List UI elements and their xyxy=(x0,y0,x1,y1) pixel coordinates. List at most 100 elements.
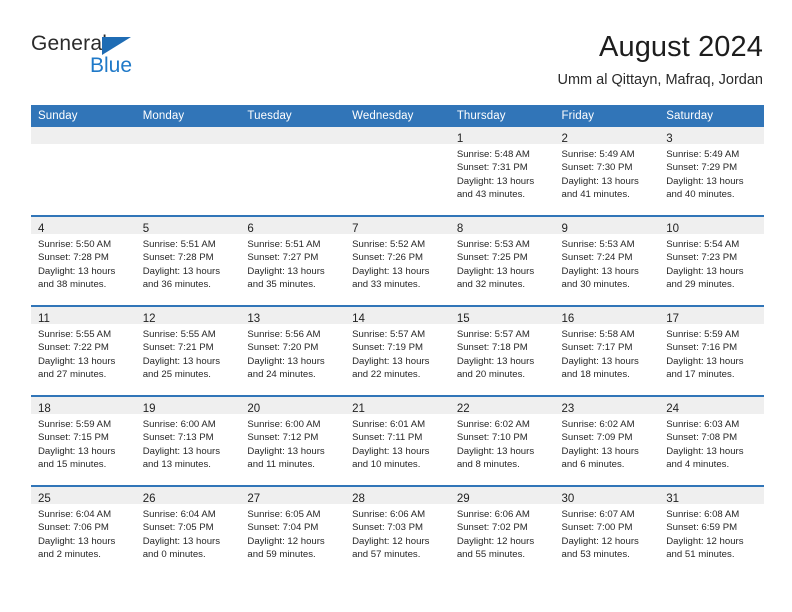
daylight-duration-line2: and 15 minutes. xyxy=(38,459,107,471)
calendar-day-cell[interactable]: 28 Sunrise: 6:06 AM Sunset: 7:03 PM Dayligh… xyxy=(345,485,450,575)
day-cell-inner: 12 Sunrise: 5:55 AM Sunset: 7:21 PM Dayligh… xyxy=(135,307,241,395)
sunset-time: Sunset: 7:15 PM xyxy=(38,432,109,444)
calendar-day-cell[interactable]: 15 Sunrise: 5:57 AM Sunset: 7:18 PM Dayligh… xyxy=(449,305,555,396)
daylight-duration-line2: and 6 minutes. xyxy=(561,459,625,471)
sunrise-time: Sunrise: 5:57 AM xyxy=(352,329,426,340)
day-number-band: 14 xyxy=(345,307,450,325)
calendar-day-cell[interactable]: 18 Sunrise: 5:59 AM Sunset: 7:15 PM Dayligh… xyxy=(31,395,136,486)
daylight-duration-line2: and 27 minutes. xyxy=(38,369,107,381)
daylight-duration-line1: Daylight: 13 hours xyxy=(142,265,221,277)
calendar-day-cell[interactable]: 5 Sunrise: 5:51 AM Sunset: 7:28 PM Daylight… xyxy=(135,215,241,306)
day-cell-inner: 25 Sunrise: 6:04 AM Sunset: 7:06 PM Dayligh… xyxy=(31,487,136,575)
calendar-day-cell[interactable]: 31 Sunrise: 6:08 AM Sunset: 6:59 PM Dayligh… xyxy=(659,485,764,575)
day-number: 4 xyxy=(38,223,45,235)
day-cell-details: Sunrise: 5:55 AM Sunset: 7:22 PM Daylight:… xyxy=(31,324,136,382)
sunrise-time: Sunrise: 5:51 AM xyxy=(247,239,321,250)
day-number-band: 2 xyxy=(554,127,660,145)
daylight-duration-line1: Daylight: 13 hours xyxy=(561,265,639,277)
daylight-duration-line1: Daylight: 13 hours xyxy=(456,265,535,277)
day-cell-details: Sunrise: 6:00 AM Sunset: 7:13 PM Daylight:… xyxy=(136,414,241,472)
daylight-duration-line2: and 55 minutes. xyxy=(456,549,526,561)
calendar-day-cell[interactable]: 12 Sunrise: 5:55 AM Sunset: 7:21 PM Dayligh… xyxy=(135,305,241,396)
day-number-band: 15 xyxy=(449,307,555,325)
day-number: 19 xyxy=(142,403,156,415)
daylight-duration-line2: and 59 minutes. xyxy=(247,549,316,561)
calendar-day-cell[interactable]: 20 Sunrise: 6:00 AM Sunset: 7:12 PM Dayligh… xyxy=(240,395,346,486)
calendar-day-cell[interactable]: 10 Sunrise: 5:54 AM Sunset: 7:23 PM Dayligh… xyxy=(659,215,764,306)
calendar-day-cell[interactable]: 30 Sunrise: 6:07 AM Sunset: 7:00 PM Dayligh… xyxy=(554,485,660,575)
calendar-day-cell[interactable]: 6 Sunrise: 5:51 AM Sunset: 7:27 PM Daylight… xyxy=(240,215,346,306)
weekday-header-row: Sunday Monday Tuesday Wednesday Thursday Frid… xyxy=(31,105,764,127)
daylight-duration-line2: and 25 minutes. xyxy=(142,369,211,381)
day-number-band: 23 xyxy=(554,397,660,415)
daylight-duration-line1: Daylight: 13 hours xyxy=(38,355,116,367)
calendar-week-row: 25 Sunrise: 6:04 AM Sunset: 7:06 PM Dayligh… xyxy=(31,485,764,575)
calendar-day-cell[interactable]: 14 Sunrise: 5:57 AM Sunset: 7:19 PM Dayligh… xyxy=(345,305,450,396)
daylight-duration-line1: Daylight: 12 hours xyxy=(247,535,325,547)
day-cell-inner: 29 Sunrise: 6:06 AM Sunset: 7:02 PM Dayligh… xyxy=(449,487,555,575)
day-number: 2 xyxy=(561,133,568,145)
daylight-duration-line1: Daylight: 13 hours xyxy=(38,265,116,277)
sunrise-time: Sunrise: 6:02 AM xyxy=(561,419,635,430)
day-number-band: 25 xyxy=(31,487,136,505)
sunset-time: Sunset: 7:24 PM xyxy=(561,252,633,264)
day-number: 8 xyxy=(456,223,464,235)
calendar-day-cell[interactable]: 16 Sunrise: 5:58 AM Sunset: 7:17 PM Dayligh… xyxy=(554,305,660,396)
day-cell-details: Sunrise: 5:50 AM Sunset: 7:28 PM Daylight:… xyxy=(31,234,136,292)
calendar-day-cell[interactable]: 17 Sunrise: 5:59 AM Sunset: 7:16 PM Dayligh… xyxy=(659,305,764,396)
daylight-duration-line2: and 2 minutes. xyxy=(38,549,101,561)
calendar-day-cell[interactable]: 4 Sunrise: 5:50 AM Sunset: 7:28 PM Daylight… xyxy=(31,215,136,306)
calendar-day-cell[interactable]: 1 Sunrise: 5:48 AM Sunset: 7:31 PM Daylight… xyxy=(449,127,555,216)
day-cell-inner: 24 Sunrise: 6:03 AM Sunset: 7:08 PM Dayligh… xyxy=(659,397,764,485)
calendar-day-cell[interactable]: 13 Sunrise: 5:56 AM Sunset: 7:20 PM Dayligh… xyxy=(240,305,346,396)
day-cell-details: Sunrise: 6:04 AM Sunset: 7:06 PM Daylight:… xyxy=(31,504,136,562)
day-number: 12 xyxy=(142,313,156,325)
day-cell-inner: 4 Sunrise: 5:50 AM Sunset: 7:28 PM Daylight… xyxy=(31,217,136,305)
sunrise-time: Sunrise: 6:05 AM xyxy=(247,509,321,520)
day-number: 26 xyxy=(142,493,156,505)
calendar-day-cell[interactable]: 25 Sunrise: 6:04 AM Sunset: 7:06 PM Dayligh… xyxy=(31,485,136,575)
calendar-day-cell[interactable]: 24 Sunrise: 6:03 AM Sunset: 7:08 PM Dayligh… xyxy=(659,395,764,486)
day-number-band: 16 xyxy=(554,307,660,325)
day-number: 17 xyxy=(666,313,680,325)
calendar-day-cell[interactable]: 26 Sunrise: 6:04 AM Sunset: 7:05 PM Dayligh… xyxy=(135,485,241,575)
sunset-time: Sunset: 7:25 PM xyxy=(456,252,528,264)
day-number-band: 28 xyxy=(345,487,450,505)
calendar-day-cell[interactable]: 27 Sunrise: 6:05 AM Sunset: 7:04 PM Dayligh… xyxy=(240,485,346,575)
day-cell-details: Sunrise: 6:04 AM Sunset: 7:05 PM Daylight:… xyxy=(136,504,241,562)
daylight-duration-line2: and 11 minutes. xyxy=(247,459,315,471)
day-number: 21 xyxy=(352,403,365,415)
daylight-duration-line1: Daylight: 12 hours xyxy=(456,535,535,547)
day-cell-inner: 18 Sunrise: 5:59 AM Sunset: 7:15 PM Dayligh… xyxy=(31,397,136,485)
sunrise-time: Sunrise: 6:02 AM xyxy=(456,419,530,430)
day-cell-inner: 16 Sunrise: 5:58 AM Sunset: 7:17 PM Dayligh… xyxy=(554,307,660,395)
daylight-duration-line1: Daylight: 13 hours xyxy=(561,355,639,367)
calendar-day-cell[interactable]: 21 Sunrise: 6:01 AM Sunset: 7:11 PM Dayligh… xyxy=(345,395,450,486)
calendar-week-row: 11 Sunrise: 5:55 AM Sunset: 7:22 PM Dayligh… xyxy=(31,305,764,396)
sunset-time: Sunset: 7:12 PM xyxy=(247,432,319,444)
calendar-day-cell[interactable]: 11 Sunrise: 5:55 AM Sunset: 7:22 PM Dayligh… xyxy=(31,305,136,396)
calendar-day-cell[interactable]: 2 Sunrise: 5:49 AM Sunset: 7:30 PM Daylight… xyxy=(554,127,660,216)
daylight-duration-line2: and 18 minutes. xyxy=(561,369,630,381)
calendar-day-cell[interactable]: 19 Sunrise: 6:00 AM Sunset: 7:13 PM Dayligh… xyxy=(135,395,241,486)
calendar-day-cell[interactable]: 3 Sunrise: 5:49 AM Sunset: 7:29 PM Daylight… xyxy=(659,127,764,216)
calendar-day-cell[interactable]: 29 Sunrise: 6:06 AM Sunset: 7:02 PM Dayligh… xyxy=(449,485,555,575)
calendar-day-cell[interactable]: 7 Sunrise: 5:52 AM Sunset: 7:26 PM Daylight… xyxy=(345,215,450,306)
general-blue-logo[interactable]: General Blue xyxy=(31,32,251,92)
daylight-duration-line1: Daylight: 13 hours xyxy=(38,535,116,547)
daylight-duration-line1: Daylight: 13 hours xyxy=(352,265,430,277)
sunrise-time: Sunrise: 6:07 AM xyxy=(561,509,635,520)
day-number-band: 13 xyxy=(240,307,346,325)
day-cell-inner: 26 Sunrise: 6:04 AM Sunset: 7:05 PM Dayligh… xyxy=(135,487,241,575)
sunrise-time: Sunrise: 5:58 AM xyxy=(561,329,635,340)
calendar-header-row: Sunday Monday Tuesday Wednesday Thursday Frid… xyxy=(31,105,764,127)
day-cell-details: Sunrise: 5:49 AM Sunset: 7:30 PM Daylight:… xyxy=(555,144,660,202)
sunrise-time: Sunrise: 6:04 AM xyxy=(142,509,216,520)
calendar-day-cell[interactable]: 9 Sunrise: 5:53 AM Sunset: 7:24 PM Daylight… xyxy=(554,215,660,306)
day-number-band: 4 xyxy=(31,217,136,235)
calendar-day-cell[interactable]: 8 Sunrise: 5:53 AM Sunset: 7:25 PM Daylight… xyxy=(449,215,555,306)
calendar-day-cell[interactable]: 22 Sunrise: 6:02 AM Sunset: 7:10 PM Dayligh… xyxy=(449,395,555,486)
day-cell-inner: 23 Sunrise: 6:02 AM Sunset: 7:09 PM Dayligh… xyxy=(554,397,660,485)
calendar-day-cell[interactable]: 23 Sunrise: 6:02 AM Sunset: 7:09 PM Dayligh… xyxy=(554,395,660,486)
day-number-band xyxy=(135,127,241,144)
